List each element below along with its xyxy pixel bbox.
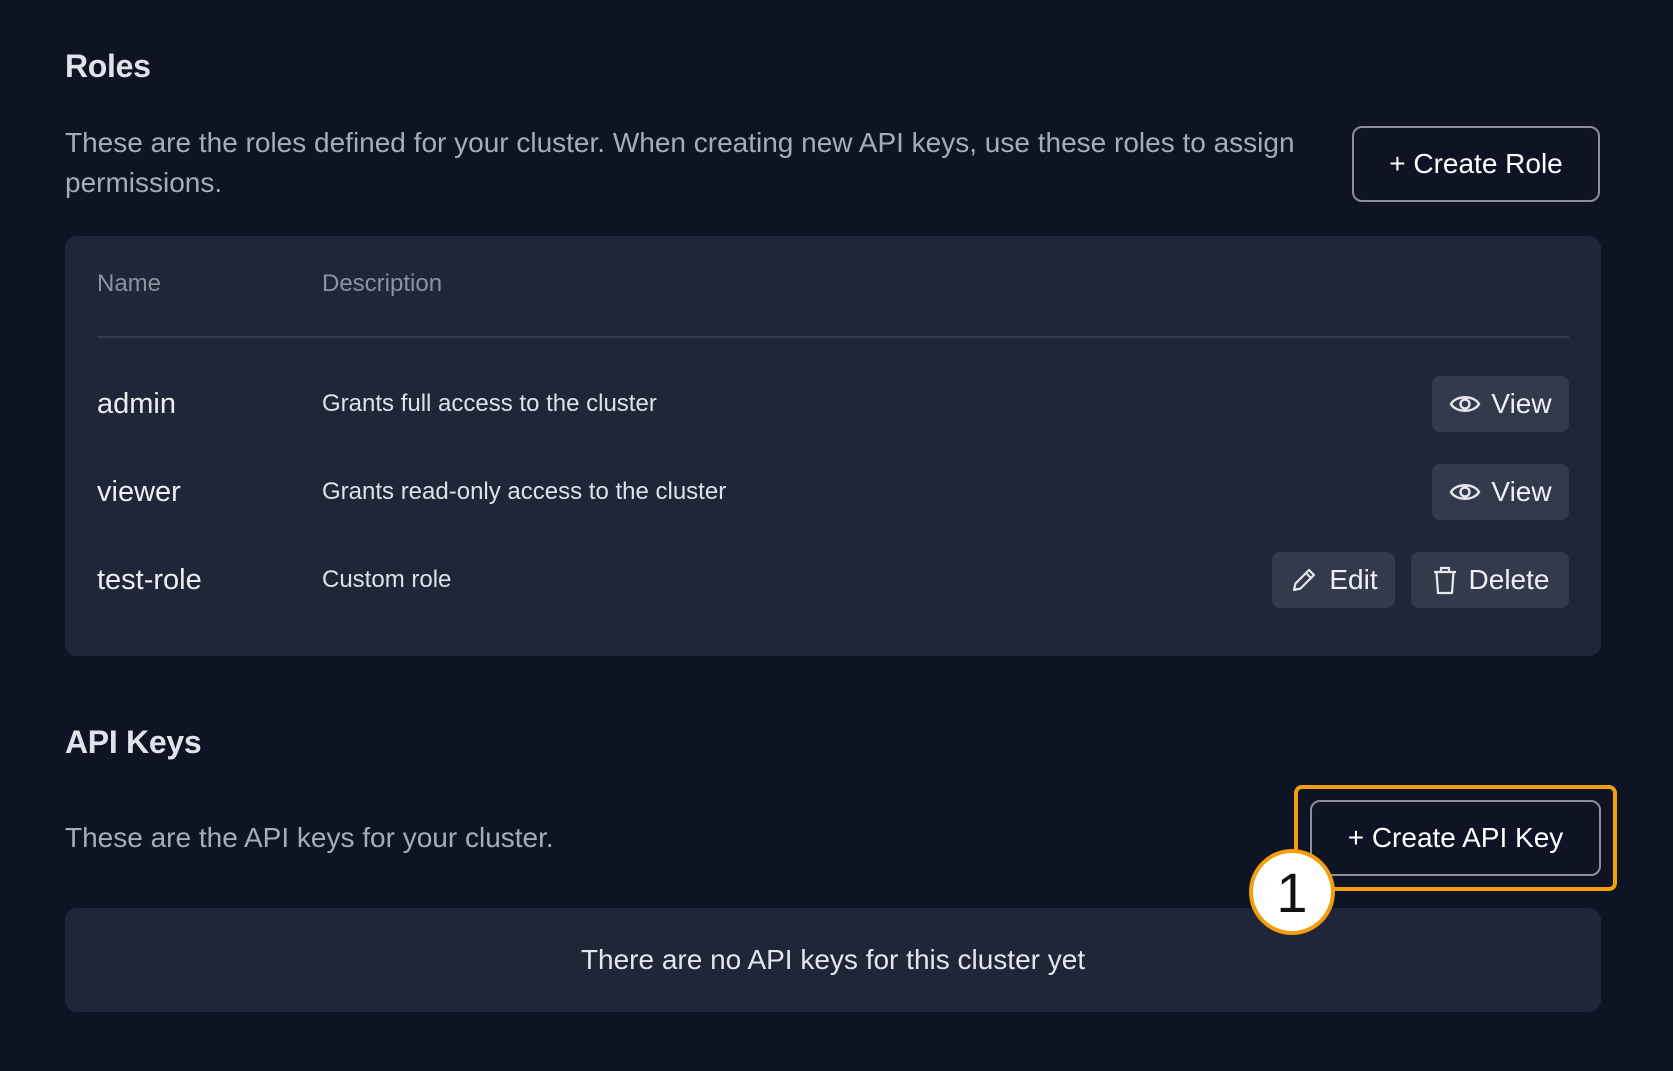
edit-button-label: Edit: [1329, 564, 1378, 595]
pencil-icon: [1289, 565, 1319, 595]
roles-title: Roles: [65, 48, 151, 84]
empty-state-message: There are no API keys for this cluster y…: [580, 944, 1086, 975]
role-description: Custom role: [322, 566, 452, 593]
column-header-name: Name: [97, 270, 162, 297]
eye-icon: [1449, 392, 1481, 416]
role-description: Grants read-only access to the cluster: [322, 478, 727, 505]
edit-button[interactable]: Edit: [1272, 552, 1395, 608]
role-description: Grants full access to the cluster: [322, 390, 657, 417]
eye-icon: [1449, 480, 1481, 504]
create-role-button[interactable]: + Create Role: [1352, 126, 1600, 202]
roles-description: These are the roles defined for your clu…: [65, 127, 1295, 198]
view-button-label: View: [1491, 476, 1552, 507]
table-row: viewer Grants read-only access to the cl…: [65, 462, 1601, 522]
api-keys-title: API Keys: [65, 724, 202, 760]
highlight-box: [1294, 785, 1617, 891]
step-number-badge: 1: [1249, 849, 1335, 935]
role-name: viewer: [97, 475, 181, 508]
column-header-description: Description: [322, 270, 443, 297]
page: Roles These are the roles defined for yo…: [0, 0, 1673, 1071]
role-name: admin: [97, 387, 176, 420]
view-button[interactable]: View: [1432, 376, 1569, 432]
view-button[interactable]: View: [1432, 464, 1569, 520]
api-keys-empty-state: There are no API keys for this cluster y…: [65, 908, 1601, 1012]
role-name: test-role: [97, 563, 202, 596]
table-row: test-role Custom role Edit Delete: [65, 550, 1601, 610]
trash-icon: [1431, 564, 1459, 596]
delete-button[interactable]: Delete: [1411, 552, 1569, 608]
header-divider: [97, 336, 1569, 338]
view-button-label: View: [1491, 388, 1552, 419]
api-keys-description: These are the API keys for your cluster.: [65, 822, 554, 853]
table-row: admin Grants full access to the cluster …: [65, 374, 1601, 434]
roles-table: Name Description admin Grants full acces…: [65, 236, 1601, 656]
delete-button-label: Delete: [1468, 564, 1550, 595]
